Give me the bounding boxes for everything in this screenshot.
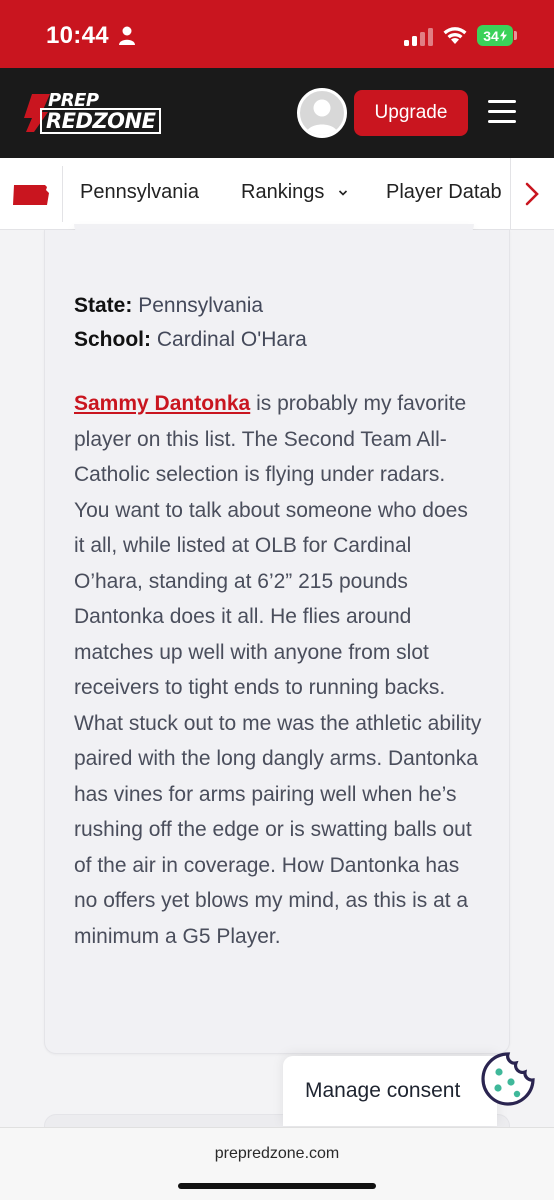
manage-consent-label: Manage consent	[305, 1079, 461, 1102]
avatar[interactable]	[297, 88, 347, 138]
state-label: State:	[74, 294, 133, 317]
url-text: prepredzone.com	[214, 1145, 340, 1162]
status-time: 10:44	[46, 22, 109, 49]
hamburger-menu-icon[interactable]	[488, 100, 516, 124]
signal-icon	[404, 28, 433, 46]
person-icon	[119, 26, 135, 45]
browser-address-bar[interactable]: prepredzone.com	[0, 1127, 554, 1200]
player-write-up: Sammy Dantonka is probably my favorite p…	[74, 386, 484, 954]
chevron-down-icon	[338, 190, 348, 196]
user-silhouette-icon	[306, 99, 338, 135]
nav-item-player-database[interactable]: Player Datab	[386, 181, 510, 204]
nav-item-rankings-label: Rankings	[241, 181, 325, 203]
battery-tip	[514, 31, 517, 40]
cookie-icon[interactable]	[479, 1050, 537, 1108]
upgrade-button[interactable]: Upgrade	[354, 90, 468, 136]
school-label: School:	[74, 328, 151, 351]
battery-level: 34	[483, 27, 499, 44]
logo-redzone-text: REDZONE	[40, 108, 162, 134]
sub-navigation: Pennsylvania Rankings Player Datab	[0, 158, 554, 230]
nav-scroll-next-button[interactable]	[510, 158, 554, 229]
home-indicator[interactable]	[178, 1183, 376, 1189]
nav-item-pennsylvania[interactable]: Pennsylvania	[80, 181, 199, 204]
player-state: State: Pennsylvania	[74, 294, 263, 318]
battery-icon: 34	[477, 25, 513, 46]
manage-consent-button[interactable]: Manage consent	[283, 1056, 497, 1126]
wifi-icon	[443, 27, 467, 44]
prep-redzone-logo[interactable]: PREP REDZONE	[22, 88, 162, 140]
chevron-right-icon	[525, 182, 539, 206]
school-value: Cardinal O'Hara	[156, 328, 307, 351]
site-header: PREP REDZONE Upgrade	[0, 68, 554, 158]
nav-divider	[62, 166, 63, 222]
state-value: Pennsylvania	[138, 294, 264, 317]
pennsylvania-flag-icon[interactable]	[12, 184, 50, 206]
write-up-body: is probably my favorite player on this l…	[74, 392, 482, 948]
page: 10:44 34 PREP REDZONE Upgrade Pennsylvan…	[0, 0, 554, 1200]
player-school: School: Cardinal O'Hara	[74, 328, 307, 352]
status-bar: 10:44 34	[0, 0, 554, 68]
charging-bolt-icon	[499, 30, 507, 41]
player-profile-link[interactable]: Sammy Dantonka	[74, 392, 250, 415]
nav-item-rankings[interactable]: Rankings	[241, 181, 348, 204]
